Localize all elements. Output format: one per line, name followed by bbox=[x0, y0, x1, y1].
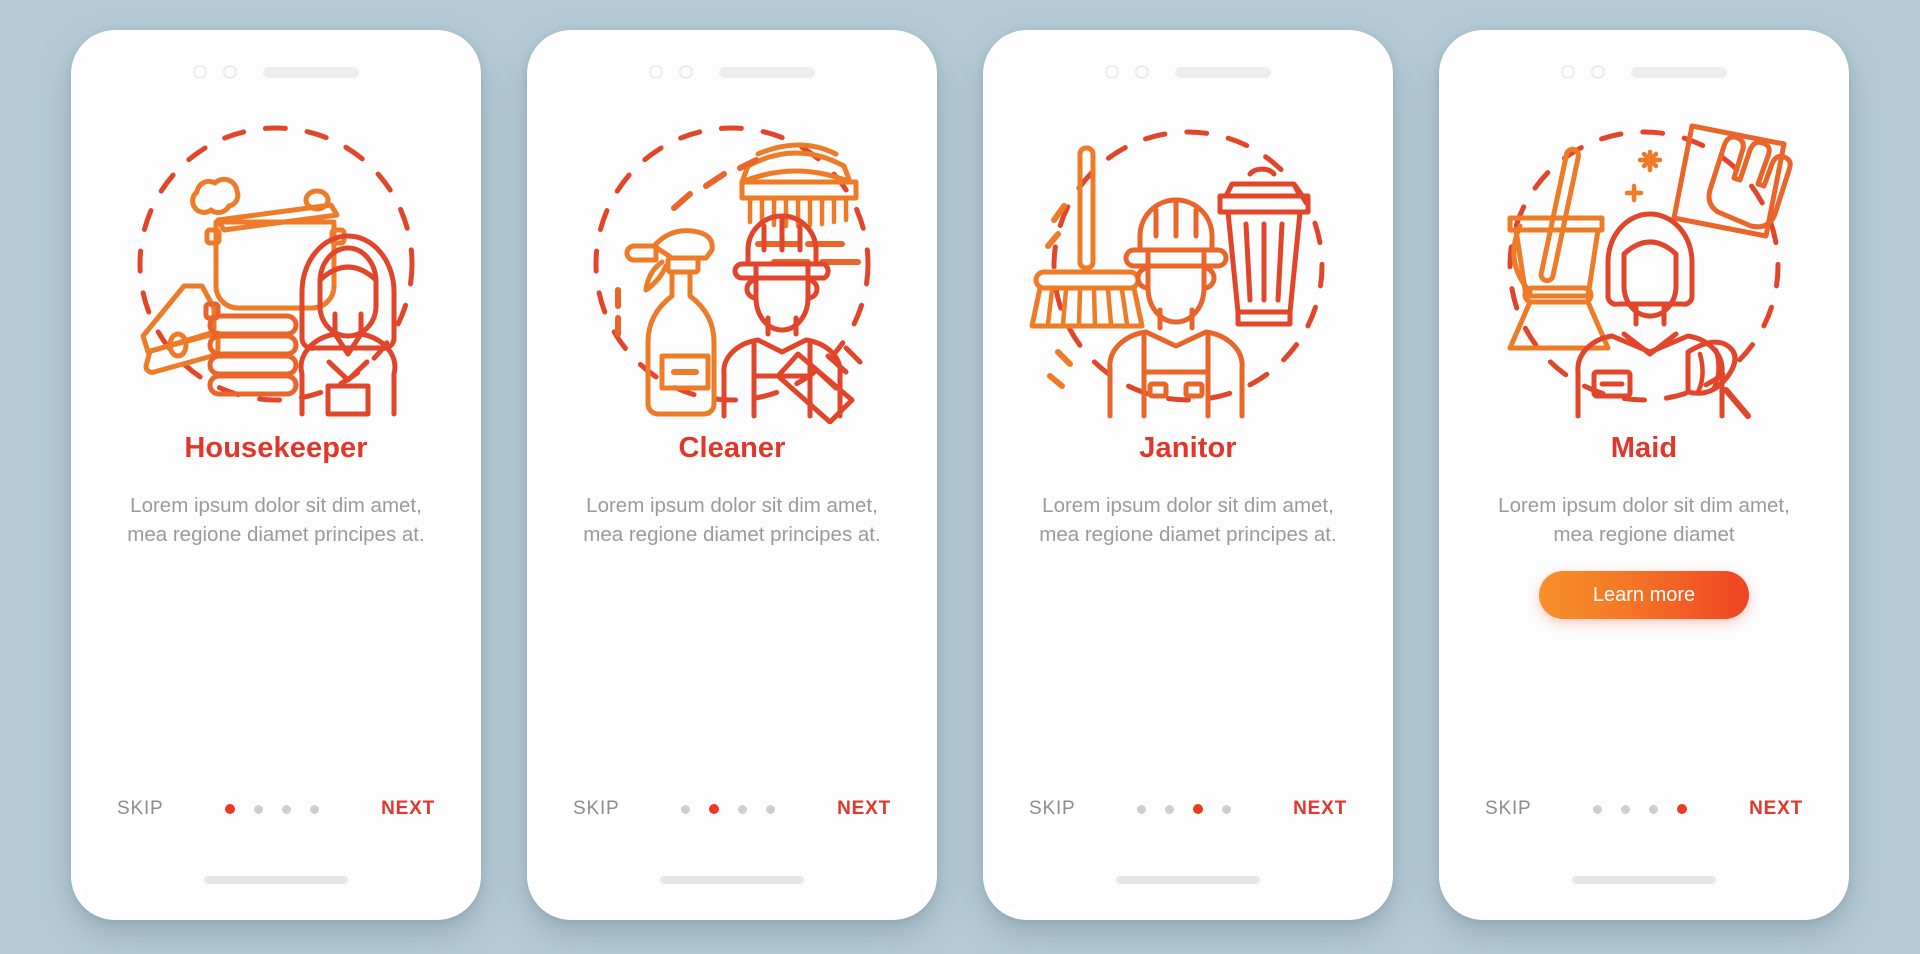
pagination-dot-1[interactable] bbox=[681, 804, 691, 814]
skip-button[interactable]: SKIP bbox=[573, 798, 620, 820]
camera-icon bbox=[193, 65, 207, 79]
phone-notch bbox=[193, 64, 359, 80]
janitor-illustration bbox=[1018, 104, 1358, 424]
speaker-grill-icon bbox=[1631, 66, 1727, 78]
sensor-icon bbox=[679, 65, 693, 79]
home-indicator[interactable] bbox=[204, 876, 348, 884]
pagination-dot-1[interactable] bbox=[1137, 804, 1147, 814]
maid-illustration bbox=[1474, 104, 1814, 424]
pagination-dot-2[interactable] bbox=[1165, 804, 1175, 814]
next-button[interactable]: NEXT bbox=[1749, 798, 1803, 820]
next-button[interactable]: NEXT bbox=[837, 798, 891, 820]
next-button[interactable]: NEXT bbox=[381, 798, 435, 820]
camera-icon bbox=[1105, 65, 1119, 79]
skip-button[interactable]: SKIP bbox=[117, 798, 164, 820]
pagination-dot-4[interactable] bbox=[1222, 804, 1232, 814]
page-description: Lorem ipsum dolor sit dim amet, mea regi… bbox=[583, 494, 881, 547]
speaker-grill-icon bbox=[1175, 66, 1271, 78]
phone-mockup-janitor: Janitor Lorem ipsum dolor sit dim amet, … bbox=[983, 30, 1393, 920]
pagination-dot-3[interactable] bbox=[1649, 804, 1659, 814]
pagination-dot-1[interactable] bbox=[1593, 804, 1603, 814]
home-indicator[interactable] bbox=[1572, 876, 1716, 884]
speaker-grill-icon bbox=[719, 66, 815, 78]
sensor-icon bbox=[223, 65, 237, 79]
page-description: Lorem ipsum dolor sit dim amet, mea regi… bbox=[127, 494, 425, 547]
screen-janitor: Janitor Lorem ipsum dolor sit dim amet, … bbox=[991, 38, 1385, 912]
page-description: Lorem ipsum dolor sit dim amet, mea regi… bbox=[1498, 494, 1790, 547]
onboarding-nav: SKIP NEXT bbox=[535, 798, 929, 820]
page-description: Lorem ipsum dolor sit dim amet, mea regi… bbox=[1039, 494, 1337, 547]
onboarding-screens-row: Housekeeper Lorem ipsum dolor sit dim am… bbox=[0, 0, 1920, 954]
learn-more-button[interactable]: Learn more bbox=[1539, 571, 1749, 620]
home-indicator[interactable] bbox=[1116, 876, 1260, 884]
pagination-dot-4[interactable] bbox=[1677, 804, 1688, 814]
phone-notch bbox=[649, 64, 815, 80]
onboarding-nav: SKIP NEXT bbox=[991, 798, 1385, 820]
speaker-grill-icon bbox=[263, 66, 359, 78]
screen-maid: Maid Lorem ipsum dolor sit dim amet, mea… bbox=[1447, 38, 1841, 912]
skip-button[interactable]: SKIP bbox=[1485, 798, 1532, 820]
page-title: Housekeeper bbox=[184, 432, 368, 464]
pagination-dot-2[interactable] bbox=[254, 804, 264, 814]
next-button[interactable]: NEXT bbox=[1293, 798, 1347, 820]
sensor-icon bbox=[1135, 65, 1149, 79]
phone-mockup-housekeeper: Housekeeper Lorem ipsum dolor sit dim am… bbox=[71, 30, 481, 920]
phone-mockup-maid: Maid Lorem ipsum dolor sit dim amet, mea… bbox=[1439, 30, 1849, 920]
camera-icon bbox=[649, 65, 663, 79]
pagination-dots bbox=[681, 804, 776, 814]
cleaner-illustration bbox=[562, 104, 902, 424]
sensor-icon bbox=[1591, 65, 1605, 79]
screen-housekeeper: Housekeeper Lorem ipsum dolor sit dim am… bbox=[79, 38, 473, 912]
onboarding-nav: SKIP NEXT bbox=[79, 798, 473, 820]
pagination-dot-1[interactable] bbox=[225, 804, 236, 814]
onboarding-nav: SKIP NEXT bbox=[1447, 798, 1841, 820]
screen-cleaner: Cleaner Lorem ipsum dolor sit dim amet, … bbox=[535, 38, 929, 912]
housekeeper-illustration bbox=[106, 104, 446, 424]
camera-icon bbox=[1561, 65, 1575, 79]
pagination-dot-3[interactable] bbox=[282, 804, 292, 814]
pagination-dot-3[interactable] bbox=[738, 804, 748, 814]
pagination-dots bbox=[1137, 804, 1232, 814]
phone-mockup-cleaner: Cleaner Lorem ipsum dolor sit dim amet, … bbox=[527, 30, 937, 920]
pagination-dots bbox=[225, 804, 320, 814]
page-title: Cleaner bbox=[678, 432, 786, 464]
pagination-dot-2[interactable] bbox=[1621, 804, 1631, 814]
phone-notch bbox=[1561, 64, 1727, 80]
page-title: Janitor bbox=[1139, 432, 1237, 464]
skip-button[interactable]: SKIP bbox=[1029, 798, 1076, 820]
pagination-dot-4[interactable] bbox=[310, 804, 320, 814]
pagination-dot-4[interactable] bbox=[766, 804, 776, 814]
pagination-dot-2[interactable] bbox=[709, 804, 720, 814]
pagination-dot-3[interactable] bbox=[1193, 804, 1204, 814]
home-indicator[interactable] bbox=[660, 876, 804, 884]
page-title: Maid bbox=[1610, 432, 1678, 464]
pagination-dots bbox=[1593, 804, 1688, 814]
phone-notch bbox=[1105, 64, 1271, 80]
